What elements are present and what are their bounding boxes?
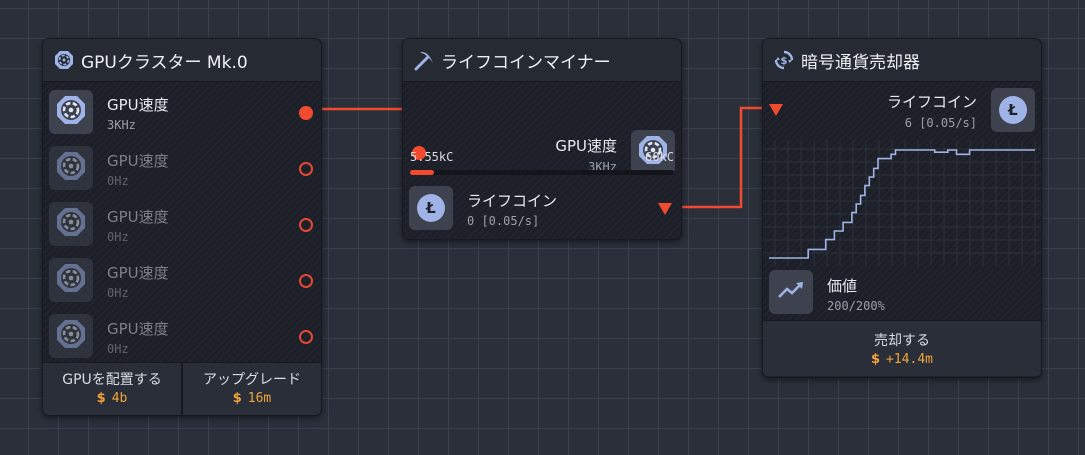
gpu-fan-icon: [55, 150, 87, 186]
progress-current: 5.55kC: [410, 150, 454, 164]
gpu-slot[interactable]: GPU速度 0Hz: [43, 143, 321, 193]
value-value: 200/200%: [827, 299, 885, 313]
place-gpu-label: GPUを配置する: [62, 372, 162, 388]
gpu-slot[interactable]: GPU速度 3KHz: [43, 87, 321, 137]
gpu-fan-icon: [55, 94, 87, 130]
mining-progress-bar: [410, 170, 674, 175]
crypto-seller-node[interactable]: $ 暗号通貨売却器 ライフコイン 6 [0.05/s] Ł 価値 200/200…: [762, 38, 1042, 378]
mining-progress-fill: [410, 170, 435, 175]
lifecoin-miner-node[interactable]: ライフコインマイナー GPU速度 3KHz 5.55kC 60kC Ł ライフコ…: [402, 38, 682, 240]
seller-input-label: ライフコイン: [886, 93, 977, 111]
gpu-cluster-node[interactable]: GPUクラスター Mk.0 GPU速度 3KHz GPU速度 0Hz GPU速度 0Hz G…: [42, 38, 322, 416]
miner-output-port[interactable]: [658, 203, 672, 215]
dollar-icon: $: [96, 391, 106, 406]
miner-output-label: ライフコイン: [467, 192, 558, 210]
price-history-line: [769, 149, 1035, 259]
gpu-output-port-empty[interactable]: [299, 330, 313, 344]
upgrade-cost: 16m: [247, 391, 272, 406]
lifecoin-icon: Ł: [999, 96, 1027, 124]
gpu-slot-label: GPU速度: [107, 152, 169, 170]
upgrade-button[interactable]: アップグレード $16m: [181, 362, 321, 415]
seller-input-port[interactable]: [769, 104, 783, 116]
dollar-icon: $: [870, 352, 881, 367]
progress-max: 60kC: [645, 150, 674, 164]
seller-input-value: 6 [0.05/s]: [904, 116, 977, 130]
gpu-slot[interactable]: GPU速度 0Hz: [43, 255, 321, 305]
gpu-output-port[interactable]: [299, 106, 313, 120]
coin-tile: Ł: [991, 88, 1035, 132]
lifecoin-icon: Ł: [417, 194, 445, 222]
gpu-fan-icon: [53, 49, 75, 71]
sell-label: 売却する: [874, 333, 930, 349]
gpu-output-port-empty[interactable]: [299, 218, 313, 232]
gpu-fan-tile: [49, 202, 93, 246]
gpu-cluster-title-bar[interactable]: GPUクラスター Mk.0: [43, 39, 321, 82]
gpu-fan-tile: [49, 258, 93, 302]
miner-input-label: GPU速度: [555, 137, 617, 155]
gpu-slot-label: GPU速度: [107, 264, 169, 282]
gpu-fan-icon: [55, 262, 87, 298]
sell-amount: +14.4m: [886, 352, 933, 367]
place-gpu-button[interactable]: GPUを配置する $4b: [43, 362, 181, 415]
gpu-slot-value: 0Hz: [107, 230, 129, 244]
sell-button[interactable]: 売却する $ +14.4m: [763, 320, 1041, 376]
miner-title-bar[interactable]: ライフコインマイナー: [403, 39, 681, 82]
gpu-output-port-empty[interactable]: [299, 162, 313, 176]
gpu-slot-label: GPU速度: [107, 96, 169, 114]
dollar-icon: $: [232, 391, 242, 406]
gpu-fan-icon: [55, 318, 87, 354]
gpu-slot[interactable]: GPU速度 0Hz: [43, 311, 321, 361]
exchange-icon: $: [773, 49, 795, 71]
miner-title: ライフコインマイナー: [441, 52, 611, 73]
gpu-output-port-empty[interactable]: [299, 274, 313, 288]
gpu-fan-icon: [55, 206, 87, 242]
gpu-slot-label: GPU速度: [107, 320, 169, 338]
gpu-slot-value: 3KHz: [107, 118, 136, 132]
coin-tile: Ł: [409, 186, 453, 230]
svg-text:$: $: [781, 56, 788, 67]
gpu-fan-tile: [49, 90, 93, 134]
place-gpu-cost: 4b: [111, 391, 128, 406]
gpu-slot-label: GPU速度: [107, 208, 169, 226]
gpu-slot-value: 0Hz: [107, 342, 129, 356]
trend-up-icon: [777, 280, 805, 304]
value-tile: [769, 270, 813, 314]
gpu-slot-value: 0Hz: [107, 174, 129, 188]
value-label: 価値: [827, 277, 858, 295]
pickaxe-icon: [413, 49, 435, 71]
gpu-slot-value: 0Hz: [107, 286, 129, 300]
upgrade-label: アップグレード: [203, 372, 301, 388]
gpu-cluster-title: GPUクラスター Mk.0: [81, 52, 248, 73]
gpu-fan-tile: [49, 146, 93, 190]
seller-title: 暗号通貨売却器: [801, 52, 920, 73]
seller-title-bar[interactable]: $ 暗号通貨売却器: [763, 39, 1041, 82]
miner-output-value: 0 [0.05/s]: [467, 214, 540, 228]
price-history-chart: [763, 140, 1041, 266]
gpu-fan-tile: [49, 314, 93, 358]
gpu-slot[interactable]: GPU速度 0Hz: [43, 199, 321, 249]
chart-grid: [763, 140, 1041, 266]
